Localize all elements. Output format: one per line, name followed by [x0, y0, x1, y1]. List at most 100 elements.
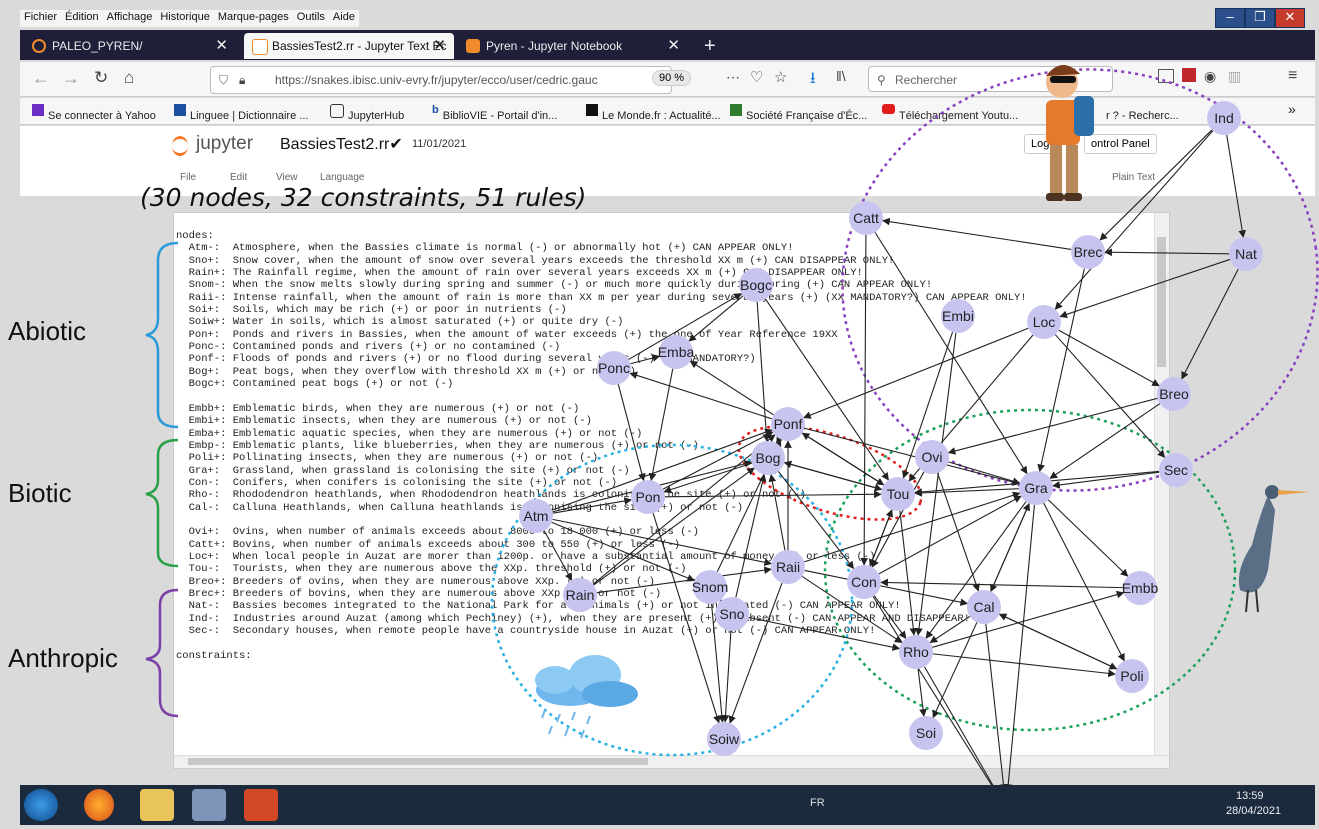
- graph-node-label: Soi: [916, 725, 936, 741]
- language-indicator[interactable]: FR: [810, 797, 825, 809]
- graph-node: Ind: [1207, 101, 1241, 135]
- graph-node-label: Nat: [1235, 246, 1257, 262]
- graph-edge: [629, 371, 772, 420]
- graph-node-label: Rho: [903, 644, 929, 660]
- graph-node-label: Rain: [566, 587, 595, 603]
- graph-node-label: Embb: [1122, 580, 1159, 596]
- graph-node-label: Con: [851, 574, 877, 590]
- graph-edge: [784, 462, 883, 492]
- graph-edge: [869, 509, 893, 567]
- paint-taskbar-icon[interactable]: [192, 789, 226, 821]
- graph-node-label: Ind: [1214, 110, 1233, 126]
- graph-edge: [652, 513, 721, 724]
- graph-edge: [990, 502, 1030, 592]
- graph-edge: [860, 234, 868, 566]
- water-loop: [490, 443, 854, 757]
- graph-node: Snom: [692, 570, 729, 604]
- clock-time[interactable]: 13:59: [1236, 790, 1264, 802]
- graph-edge: [1004, 504, 1035, 792]
- graph-edge: [1054, 130, 1214, 310]
- graph-edge: [663, 462, 753, 494]
- graph-node: Raii: [771, 550, 805, 584]
- graph-edge: [1049, 403, 1161, 479]
- graph-node-label: Tou: [887, 486, 910, 502]
- graph-node: Nat: [1229, 237, 1263, 271]
- graph-node: Poli: [1115, 659, 1149, 693]
- graph-edge: [874, 232, 1028, 475]
- graph-node-label: Soiw: [709, 731, 740, 747]
- powerpoint-taskbar-icon[interactable]: [244, 789, 278, 821]
- rain-cloud-illustration: [535, 655, 638, 739]
- graph-edge: [1043, 502, 1125, 662]
- windows-taskbar: FR 13:59 28/04/2021: [20, 785, 1315, 825]
- graph-edge: [1054, 334, 1166, 458]
- graph-edge: [882, 217, 1072, 250]
- graph-node: Ponf: [771, 407, 805, 441]
- graph-node: Cal: [967, 590, 1001, 624]
- graph-node: Sec: [1159, 453, 1193, 487]
- abiotic-brace: [145, 241, 179, 429]
- graph-node-label: Loc: [1033, 314, 1056, 330]
- graph-node-label: Embi: [942, 308, 974, 324]
- graph-edge: [617, 384, 646, 482]
- firefox-taskbar-icon[interactable]: [84, 789, 114, 821]
- biotic-brace: [145, 438, 179, 568]
- graph-node-label: Ovi: [922, 449, 943, 465]
- graph-edge: [802, 432, 885, 486]
- graph-edge: [630, 354, 661, 365]
- graph-node: Bog: [751, 441, 785, 475]
- graph-node: Tou: [881, 477, 915, 511]
- clock-date[interactable]: 28/04/2021: [1226, 805, 1281, 817]
- graph-edge: [768, 473, 786, 551]
- graph-node: Atm: [519, 499, 553, 533]
- graph-edge: [551, 521, 695, 582]
- graph-node: Sno: [715, 597, 749, 631]
- graph-node-label: Bog: [756, 450, 781, 466]
- graph-edge: [948, 461, 1021, 485]
- graph-edge: [596, 566, 772, 594]
- graph-node: Pon: [631, 480, 665, 514]
- graph-node-label: Catt: [853, 210, 879, 226]
- graph-edge: [873, 595, 907, 639]
- graph-node-label: Pon: [636, 489, 661, 505]
- graph-edge: [1037, 268, 1085, 473]
- tourism-loop: [737, 425, 923, 521]
- graph-node-label: Brec: [1074, 244, 1103, 260]
- graph-node-label: Gra: [1024, 480, 1048, 496]
- graph-node-label: Snom: [692, 579, 729, 595]
- graph-node: Catt: [849, 201, 883, 235]
- start-button-icon[interactable]: [24, 789, 58, 821]
- graph-node: Embi: [941, 299, 975, 333]
- graph-node: Rho: [899, 635, 933, 669]
- graph-node-label: Atm: [524, 508, 549, 524]
- graph-edge: [985, 623, 1008, 792]
- graph-node: Ovi: [915, 440, 949, 474]
- graph-edge: [932, 590, 1125, 648]
- graph-node: Emba: [658, 335, 695, 369]
- graph-edge: [1104, 248, 1230, 257]
- graph-node: Soi: [909, 716, 943, 750]
- graph-node: Brec: [1071, 235, 1105, 269]
- graph-edge: [998, 613, 1117, 670]
- graph-edge: [648, 368, 674, 482]
- graph-node: Gra: [1019, 471, 1053, 505]
- graph-edge: [932, 653, 1116, 678]
- graph-node-label: Ponc: [598, 360, 630, 376]
- graph-edge: [1047, 499, 1129, 577]
- graph-edge: [880, 578, 1124, 589]
- graph-node-label: Emba: [658, 344, 695, 360]
- graph-node: Soiw: [707, 722, 741, 756]
- graph-node: Con: [847, 565, 881, 599]
- graph-edge: [713, 593, 722, 602]
- explorer-taskbar-icon[interactable]: [140, 789, 174, 821]
- graph-edge: [1181, 268, 1239, 380]
- graph-edge: [1099, 129, 1213, 241]
- graph-edge: [756, 301, 771, 442]
- graph-nodes: Ind Nat Brec Catt Loc Embi Breo Sec Gra Ovi Tou Pon…: [519, 101, 1263, 825]
- graph-edge: [1058, 329, 1160, 387]
- graph-node-label: Sec: [1164, 462, 1188, 478]
- graph-node: Bogc: [739, 268, 773, 302]
- graph-node-label: Cal: [973, 599, 994, 615]
- graph-node-label: Poli: [1120, 668, 1143, 684]
- graph-edge: [947, 397, 1158, 455]
